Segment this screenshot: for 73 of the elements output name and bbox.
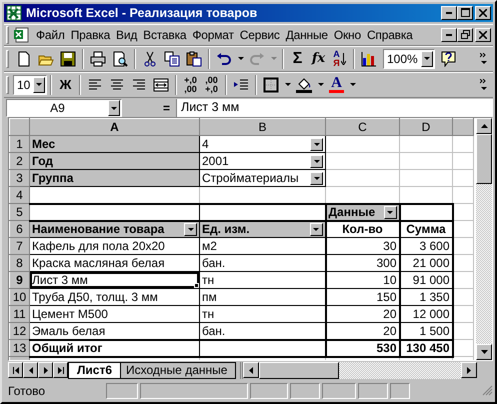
menu-item[interactable]: Данные — [282, 28, 331, 42]
zoom-dropdown[interactable]: 100% — [383, 48, 435, 69]
table-cell: Кафель для пола 20x20 — [30, 238, 200, 255]
status-text: Готово — [7, 384, 46, 398]
cell-text: 2001 — [202, 154, 229, 169]
menu-item[interactable]: Окно — [330, 28, 364, 42]
row-header[interactable]: 7 — [10, 238, 30, 255]
cell-text: Данные — [328, 206, 376, 220]
menu-item[interactable]: Формат — [189, 28, 237, 42]
pivot-field[interactable]: Группа — [30, 170, 200, 187]
table-cell: Общий итог — [30, 340, 200, 357]
table-cell: Труба Д50, толщ. 3 мм — [30, 288, 200, 306]
table-cell: тн — [200, 306, 326, 323]
formula-field[interactable]: Лист 3 мм — [176, 99, 493, 117]
table-cell: 530 — [326, 340, 400, 357]
column-header[interactable]: D — [400, 118, 452, 136]
row-header[interactable]: 4 — [10, 186, 30, 204]
table-cell: бан. — [200, 322, 326, 340]
table-cell: бан. — [200, 254, 326, 272]
cell-text: Стройматериалы — [202, 170, 299, 186]
table-cell: 10 — [326, 272, 400, 289]
pivot-field[interactable]: Наименование товара — [30, 220, 200, 238]
table-cell: Кол-во — [326, 220, 400, 238]
menu-item[interactable]: Вид — [113, 28, 140, 42]
column-header[interactable]: C — [326, 118, 400, 136]
menu-item[interactable]: Правка — [68, 28, 114, 42]
table-cell: 150 — [326, 288, 400, 306]
row-header[interactable]: 12 — [10, 322, 30, 340]
row-header[interactable]: 13 — [10, 340, 30, 357]
row-header[interactable]: 3 — [10, 170, 30, 187]
sheet-tab[interactable]: Лист6 — [68, 363, 122, 380]
row-header[interactable]: 1 — [10, 136, 30, 153]
pivot-field[interactable]: Ед. изм. — [200, 220, 326, 238]
row-header[interactable]: 11 — [10, 306, 30, 323]
pivot-field[interactable]: Мес — [30, 136, 200, 153]
table-cell: 30 — [326, 238, 400, 255]
menu-item[interactable]: Файл — [33, 28, 68, 42]
table-cell: 1 350 — [400, 288, 452, 306]
row-header[interactable]: 6 — [10, 220, 30, 238]
table-cell: пм — [200, 288, 326, 306]
row-header[interactable]: 5 — [10, 204, 30, 221]
table-cell: Цемент М500 — [30, 306, 200, 323]
row-header[interactable]: 8 — [10, 254, 30, 272]
row-header[interactable]: 9 — [10, 272, 30, 289]
menu-item[interactable]: Сервис — [236, 28, 283, 42]
window-title: Microsoft Excel - Реализация товаров — [26, 6, 258, 20]
table-cell: тн — [200, 272, 326, 289]
cell-text: Ед. изм. — [202, 222, 250, 237]
table-cell: 20 — [326, 306, 400, 323]
table-cell: 130 450 — [400, 340, 452, 357]
row-header[interactable]: 10 — [10, 288, 30, 306]
table-cell: Сумма — [400, 220, 452, 238]
table-cell: 91 000 — [400, 272, 452, 289]
column-header[interactable]: A — [30, 118, 200, 136]
table-cell: 3 600 — [400, 238, 452, 255]
table-cell: 300 — [326, 254, 400, 272]
pivot-field[interactable]: Данные — [326, 204, 400, 221]
table-cell: м2 — [200, 238, 326, 255]
table-cell: Лист 3 мм — [30, 272, 200, 289]
font-size-dropdown[interactable]: 10 — [13, 74, 47, 95]
equals-sign: = — [162, 101, 170, 115]
table-cell: Краска масляная белая — [30, 254, 200, 272]
table-cell: 12 000 — [400, 306, 452, 323]
table-cell: Эмаль белая — [30, 322, 200, 340]
row-header[interactable]: 2 — [10, 152, 30, 170]
menu-item[interactable]: Вставка — [140, 28, 190, 42]
column-header[interactable]: B — [200, 118, 326, 136]
cell-text: 4 — [202, 136, 209, 152]
table-cell: 21 000 — [400, 254, 452, 272]
cell-text: Наименование товара — [32, 222, 164, 237]
pivot-field[interactable]: Год — [30, 152, 200, 170]
name-box[interactable]: A9 — [6, 99, 122, 117]
menu-item[interactable]: Справка — [364, 28, 416, 42]
